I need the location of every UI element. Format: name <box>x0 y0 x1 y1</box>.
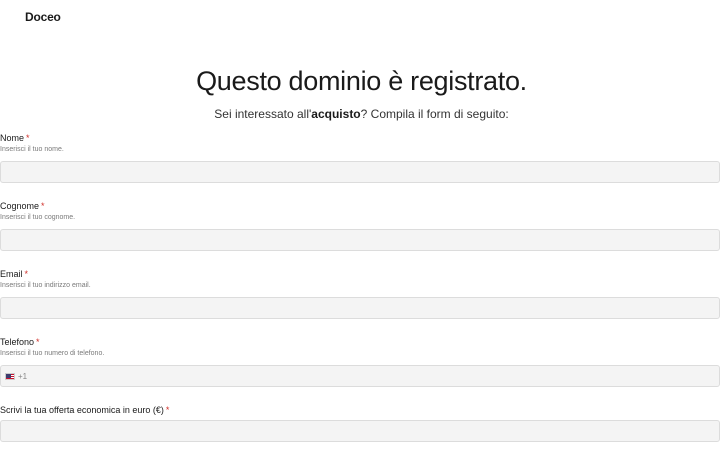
required-marker: * <box>24 269 29 279</box>
subtitle-text-after: ? Compila il form di seguito: <box>360 107 509 121</box>
field-telefono: Telefono * Inserisci il tuo numero di tel… <box>0 337 720 387</box>
telefono-input[interactable]: +1 <box>0 365 720 387</box>
offerta-label: Scrivi la tua offerta economica in euro … <box>0 405 170 415</box>
email-help: Inserisci il tuo indirizzo email. <box>0 282 91 289</box>
field-cognome: Cognome * Inserisci il tuo cognome. <box>0 201 720 251</box>
subtitle-emphasis: acquisto <box>311 107 361 121</box>
cognome-help: Inserisci il tuo cognome. <box>0 214 76 221</box>
brand-logo[interactable]: Doceo <box>25 10 61 24</box>
email-label: Email * <box>0 269 29 279</box>
field-offerta: Scrivi la tua offerta economica in euro … <box>0 405 720 442</box>
field-email: Email * Inserisci il tuo indirizzo email. <box>0 269 720 319</box>
us-flag-icon <box>5 373 15 380</box>
country-code-selector[interactable]: +1 <box>5 372 27 381</box>
required-marker: * <box>165 405 170 415</box>
required-marker: * <box>41 201 45 211</box>
telefono-help: Inserisci il tuo numero di telefono. <box>0 350 105 357</box>
dial-code: +1 <box>18 372 28 381</box>
email-input[interactable] <box>0 297 720 319</box>
required-marker: * <box>36 337 40 347</box>
nome-label: Nome * <box>0 133 30 143</box>
cognome-label: Cognome * <box>0 201 45 211</box>
nome-help: Inserisci il tuo nome. <box>0 146 64 153</box>
required-marker: * <box>26 133 30 143</box>
field-nome: Nome * Inserisci il tuo nome. <box>0 133 720 183</box>
page-subtitle: Sei interessato all'acquisto? Compila il… <box>0 107 720 121</box>
page-title: Questo dominio è registrato. <box>196 66 527 96</box>
cognome-input[interactable] <box>0 229 720 251</box>
telefono-label: Telefono * <box>0 337 40 347</box>
nome-input[interactable] <box>0 161 720 183</box>
subtitle-text-before: Sei interessato all' <box>214 107 312 121</box>
offerta-input[interactable] <box>0 420 720 442</box>
